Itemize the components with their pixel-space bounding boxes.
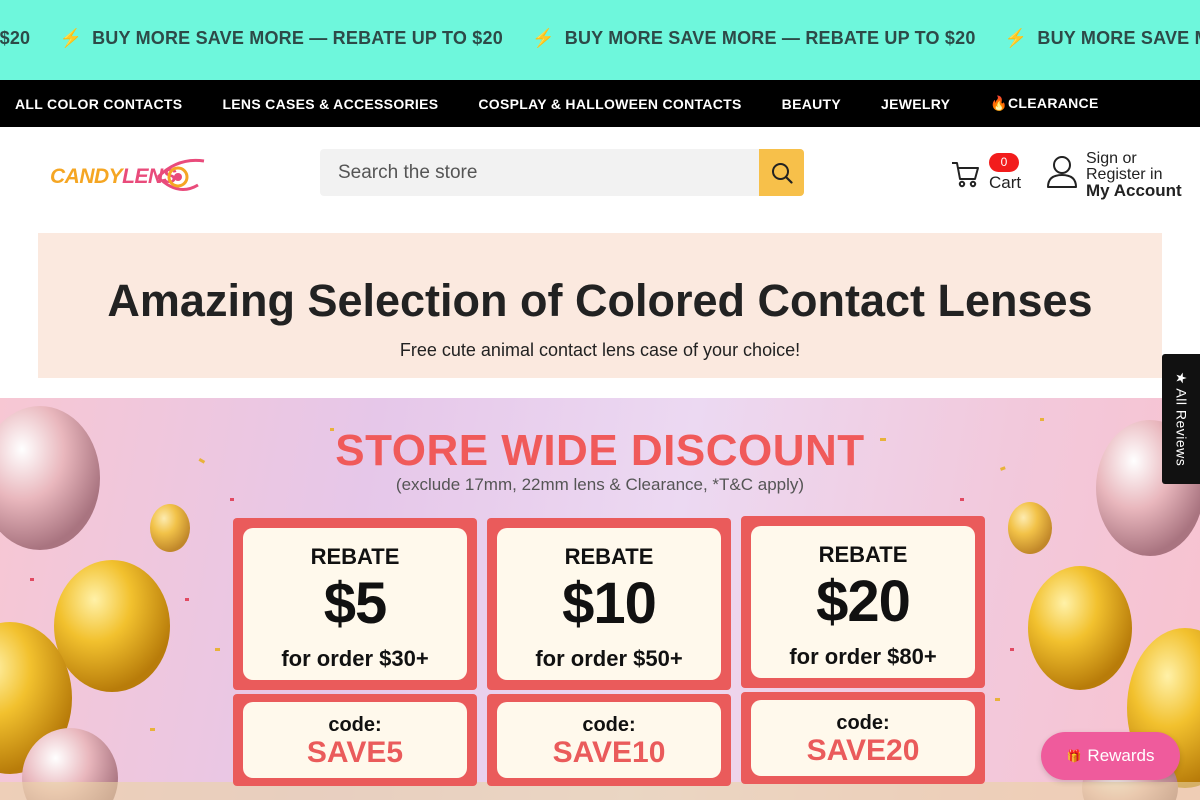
announcement-track: REBATE UP TO $20 ⚡BUY MORE SAVE MORE — R… <box>0 28 1200 49</box>
sign-in-link[interactable]: Sign or Register in <box>1086 151 1198 183</box>
announcement-bar: REBATE UP TO $20 ⚡BUY MORE SAVE MORE — R… <box>0 0 1200 80</box>
coupon-code-label: code: <box>328 714 382 736</box>
eye-logo-icon <box>156 158 205 191</box>
main-nav: ALL COLOR CONTACTS LENS CASES & ACCESSOR… <box>0 80 1200 127</box>
lightning-icon: ⚡ <box>1004 28 1028 48</box>
hero-subtitle: Free cute animal contact lens case of yo… <box>399 340 801 360</box>
coupon-code: SAVE20 <box>806 734 920 767</box>
coupon-rebate-label: REBATE <box>310 544 400 569</box>
search-box <box>320 149 804 196</box>
coupon-amount: $5 <box>323 571 388 636</box>
all-reviews-label: ★ All Reviews <box>1173 371 1190 467</box>
cart-count-badge: 0 <box>989 153 1019 172</box>
rewards-button[interactable]: 🎁 Rewards <box>1041 732 1180 780</box>
coupon-card: REBATE $10 for order $50+ code: SAVE10 <box>487 518 731 786</box>
coupon-code-label: code: <box>582 714 636 736</box>
search-input[interactable] <box>320 149 760 196</box>
coupon-rebate-label: REBATE <box>818 542 908 567</box>
coupon-rebate-label: REBATE <box>564 544 654 569</box>
nav-item-clearance[interactable]: 🔥CLEARANCE <box>990 95 1098 112</box>
coupon-code: SAVE5 <box>306 736 404 769</box>
search-icon <box>771 162 793 184</box>
cart-label: Cart <box>989 173 1022 192</box>
coupon-condition: for order $80+ <box>789 644 937 669</box>
nav-item-lens-cases[interactable]: LENS CASES & ACCESSORIES <box>222 96 438 112</box>
promo-banner[interactable]: STORE WIDE DISCOUNT (exclude 17mm, 22mm … <box>0 398 1200 800</box>
promo-note: (exclude 17mm, 22mm lens & Clearance, *T… <box>395 475 805 494</box>
coupon-condition: for order $30+ <box>281 646 429 671</box>
coupon-code-label: code: <box>836 712 890 734</box>
hero-title: Amazing Selection of Colored Contact Len… <box>107 275 1093 326</box>
cart-button[interactable]: 0 Cart <box>950 153 1022 199</box>
announcement-item: ⚡ BUY MORE SAVE M <box>1004 28 1200 48</box>
site-logo[interactable]: CANDYLENS <box>50 153 212 195</box>
gift-icon: 🎁 <box>1066 749 1082 763</box>
lightning-icon: ⚡ <box>59 28 83 48</box>
coupon-code: SAVE10 <box>552 736 666 769</box>
announcement-item: REBATE UP TO $20 <box>0 28 31 48</box>
coupon-amount: $20 <box>816 569 911 634</box>
account-button[interactable]: Sign or Register in My Account <box>1046 151 1200 203</box>
announcement-item: ⚡ BUY MORE SAVE MORE — REBATE UP TO $20 <box>59 28 503 48</box>
announcement-item: ⚡ BUY MORE SAVE MORE — REBATE UP TO $20 <box>532 28 976 48</box>
coupon-card: REBATE $5 for order $30+ code: SAVE5 <box>233 518 477 786</box>
coupon-card: REBATE $20 for order $80+ code: SAVE20 <box>741 516 985 784</box>
search-button[interactable] <box>759 149 804 196</box>
coupon-condition: for order $50+ <box>535 646 683 671</box>
user-icon <box>1047 156 1077 188</box>
site-header: CANDYLENS 0 Cart Sign <box>0 127 1200 227</box>
rewards-label: Rewards <box>1087 746 1155 765</box>
cart-icon <box>952 162 979 188</box>
coupon-amount: $10 <box>562 571 657 636</box>
lightning-icon: ⚡ <box>532 28 555 48</box>
all-reviews-tab[interactable]: ★ All Reviews <box>1162 354 1200 484</box>
hero-banner: Amazing Selection of Colored Contact Len… <box>38 233 1162 378</box>
nav-item-beauty[interactable]: BEAUTY <box>782 96 841 112</box>
promo-title: STORE WIDE DISCOUNT <box>335 426 865 475</box>
my-account-label[interactable]: My Account <box>1086 181 1182 201</box>
nav-item-jewelry[interactable]: JEWELRY <box>881 96 950 112</box>
nav-item-cosplay-halloween[interactable]: COSPLAY & HALLOWEEN CONTACTS <box>478 96 741 112</box>
nav-item-all-color-contacts[interactable]: ALL COLOR CONTACTS <box>15 96 182 112</box>
